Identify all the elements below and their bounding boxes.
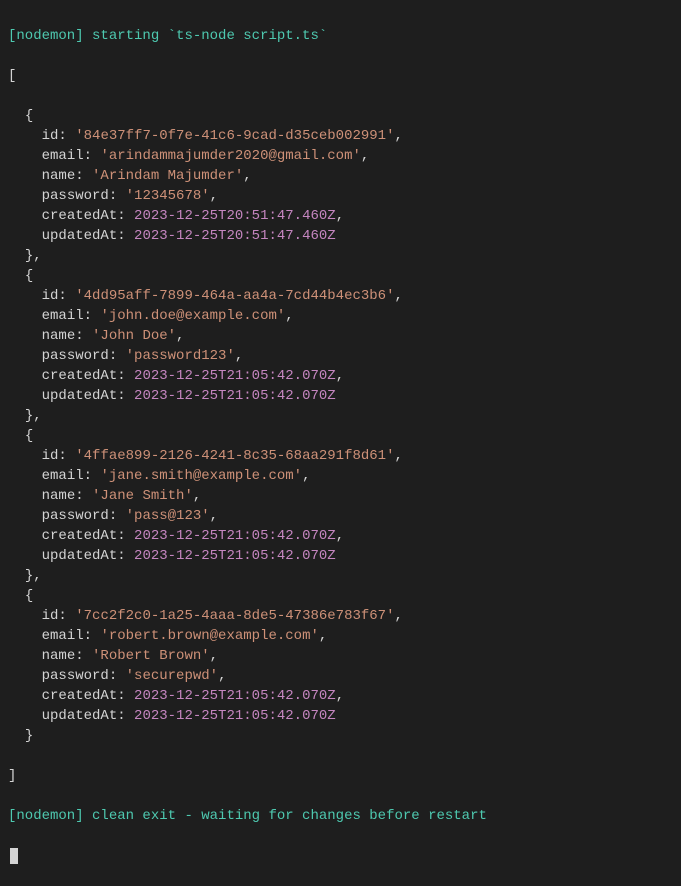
field-name: name: 'John Doe', [8, 326, 681, 346]
field-name: name: 'Jane Smith', [8, 486, 681, 506]
nodemon-exit-line: [nodemon] clean exit - waiting for chang… [8, 806, 681, 826]
array-close: ] [8, 766, 681, 786]
nodemon-start-line: [nodemon] starting `ts-node script.ts` [8, 26, 681, 46]
object-close: } [8, 726, 681, 746]
field-name: name: 'Arindam Majumder', [8, 166, 681, 186]
field-createdAt: createdAt: 2023-12-25T21:05:42.070Z, [8, 686, 681, 706]
field-password: password: 'securepwd', [8, 666, 681, 686]
nodemon-exit-text: clean exit - waiting for changes before … [84, 808, 487, 824]
field-createdAt: createdAt: 2023-12-25T21:05:42.070Z, [8, 366, 681, 386]
field-createdAt: createdAt: 2023-12-25T21:05:42.070Z, [8, 526, 681, 546]
object-open: { [8, 106, 681, 126]
field-id: id: '7cc2f2c0-1a25-4aaa-8de5-47386e783f6… [8, 606, 681, 626]
field-password: password: 'password123', [8, 346, 681, 366]
field-email: email: 'arindammajumder2020@gmail.com', [8, 146, 681, 166]
object-close: }, [8, 246, 681, 266]
terminal-output: [nodemon] starting `ts-node script.ts` [… [8, 6, 681, 886]
field-id: id: '84e37ff7-0f7e-41c6-9cad-d35ceb00299… [8, 126, 681, 146]
field-password: password: 'pass@123', [8, 506, 681, 526]
terminal-cursor [10, 848, 18, 864]
field-email: email: 'robert.brown@example.com', [8, 626, 681, 646]
object-open: { [8, 426, 681, 446]
field-password: password: '12345678', [8, 186, 681, 206]
field-id: id: '4dd95aff-7899-464a-aa4a-7cd44b4ec3b… [8, 286, 681, 306]
array-open: [ [8, 66, 681, 86]
field-createdAt: createdAt: 2023-12-25T20:51:47.460Z, [8, 206, 681, 226]
nodemon-tag: [nodemon] [8, 808, 84, 824]
records-container: { id: '84e37ff7-0f7e-41c6-9cad-d35ceb002… [8, 106, 681, 746]
cursor-line [8, 846, 681, 866]
field-updatedAt: updatedAt: 2023-12-25T21:05:42.070Z [8, 546, 681, 566]
field-id: id: '4ffae899-2126-4241-8c35-68aa291f8d6… [8, 446, 681, 466]
nodemon-start-text: starting `ts-node script.ts` [84, 28, 328, 44]
field-updatedAt: updatedAt: 2023-12-25T21:05:42.070Z [8, 386, 681, 406]
object-close: }, [8, 406, 681, 426]
field-email: email: 'john.doe@example.com', [8, 306, 681, 326]
field-updatedAt: updatedAt: 2023-12-25T20:51:47.460Z [8, 226, 681, 246]
object-close: }, [8, 566, 681, 586]
object-open: { [8, 266, 681, 286]
field-name: name: 'Robert Brown', [8, 646, 681, 666]
object-open: { [8, 586, 681, 606]
field-updatedAt: updatedAt: 2023-12-25T21:05:42.070Z [8, 706, 681, 726]
nodemon-tag: [nodemon] [8, 28, 84, 44]
field-email: email: 'jane.smith@example.com', [8, 466, 681, 486]
